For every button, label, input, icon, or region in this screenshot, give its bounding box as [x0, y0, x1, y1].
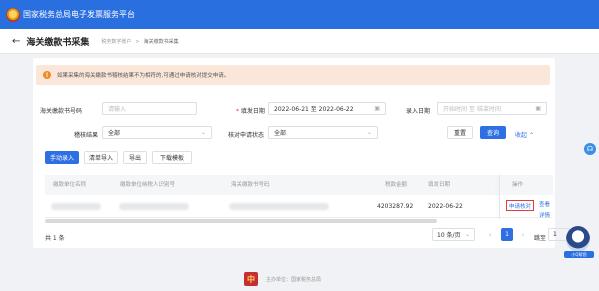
- column-header: 操作: [512, 182, 524, 188]
- goto-label: 跳至: [534, 235, 547, 242]
- notice-banner: ! 如果采集的海关缴款书稽核结果不为相符的,可通过申请核对提交申请。: [36, 65, 550, 85]
- horizontal-scrollbar[interactable]: [45, 219, 437, 223]
- footer-text: 主办单位：国家税务总局: [266, 277, 322, 283]
- audit-result-value: 全部: [108, 130, 121, 137]
- chevron-down-icon: ⌄: [464, 231, 470, 238]
- fill-date-value: 2022-06-21 至 2022-06-22: [274, 106, 354, 113]
- warning-icon: !: [43, 71, 51, 79]
- breadcrumb-item-current: 海关缴款书采集: [143, 38, 179, 45]
- calendar-icon: ▣: [374, 105, 380, 112]
- amount-cell: 4203287.92: [377, 203, 414, 210]
- verify-status-select[interactable]: 全部 ⌄: [268, 126, 378, 139]
- doc-no-placeholder: 请输入: [108, 106, 127, 113]
- fill-date-label-text: 填发日期: [240, 108, 265, 115]
- date-cell: 2022-06-22: [428, 203, 463, 210]
- assistant-badge[interactable]: 小Q帮您: [564, 251, 594, 258]
- view-detail-link[interactable]: 查看详情: [539, 200, 555, 219]
- fill-date-range-input[interactable]: 2022-06-21 至 2022-06-22 ▣: [268, 102, 386, 115]
- chevron-down-icon: ⌄: [366, 129, 372, 136]
- calendar-icon: ▣: [535, 105, 541, 112]
- main-card: ! 如果采集的海关缴款书稽核结果不为相符的,可通过申请核对提交申请。 海关缴款书…: [33, 58, 580, 248]
- page-header: ← 海关缴款书采集 税务数字账户 > 海关缴款书采集: [0, 29, 599, 54]
- collapse-toggle[interactable]: 收起 ⌃: [515, 130, 534, 139]
- reset-button[interactable]: 重置: [447, 126, 473, 139]
- entry-date-start-placeholder: 开始时间: [443, 106, 468, 113]
- collapse-label: 收起: [515, 132, 528, 139]
- export-button[interactable]: 导出: [123, 151, 147, 164]
- redacted-name: [51, 203, 101, 210]
- doc-no-input[interactable]: 请输入: [102, 102, 197, 115]
- table-row: 4203287.92 2022-06-22: [45, 195, 553, 218]
- audit-result-select[interactable]: 全部 ⌄: [102, 126, 212, 139]
- fill-date-label: * 填发日期: [236, 106, 265, 115]
- headset-icon[interactable]: ☊: [584, 143, 596, 155]
- assistant-avatar-icon[interactable]: [566, 226, 590, 252]
- tax-logo-icon: 中: [244, 272, 258, 286]
- breadcrumb-separator: >: [135, 38, 140, 45]
- column-header: 海关缴款书号码: [231, 182, 270, 188]
- page-title: 海关缴款书采集: [26, 37, 90, 48]
- footer: 中 主办单位：国家税务总局: [0, 264, 599, 291]
- entry-date-range-input[interactable]: 开始时间 至 结束时间 ▣: [437, 102, 547, 115]
- prev-page-icon[interactable]: ‹: [484, 228, 496, 241]
- page-size-select[interactable]: 10 条/页 ⌄: [432, 228, 475, 241]
- column-header: 填发日期: [428, 182, 451, 188]
- breadcrumb: 税务数字账户 > 海关缴款书采集: [101, 38, 178, 45]
- chevron-down-icon: ⌄: [200, 129, 206, 136]
- verify-status-value: 全部: [274, 130, 287, 137]
- column-header: 税款金额: [385, 182, 408, 188]
- doc-no-label: 海关缴款书号码: [40, 108, 83, 115]
- top-bar: 国家税务总局电子发票服务平台: [0, 0, 599, 29]
- audit-result-label: 稽核结果: [74, 132, 99, 139]
- total-count: 共 1 条: [45, 235, 65, 242]
- table-header: 缴款单位名称 缴款单位纳税人识别号 海关缴款书号码 税款金额 填发日期 操作: [45, 175, 553, 195]
- verify-status-label: 核对申请状态: [228, 132, 265, 139]
- app-title: 国家税务总局电子发票服务平台: [23, 10, 135, 19]
- column-header: 缴款单位纳税人识别号: [120, 182, 176, 188]
- page-size-value: 10 条/页: [437, 232, 461, 239]
- entry-date-to: 至: [469, 106, 476, 113]
- entry-date-end-placeholder: 结束时间: [477, 106, 502, 113]
- chevron-up-icon: ⌃: [528, 132, 534, 139]
- download-template-button[interactable]: 下载模板: [152, 151, 192, 164]
- notice-text: 如果采集的海关缴款书稽核结果不为相符的,可通过申请核对提交申请。: [57, 73, 230, 79]
- fixed-column-divider: [499, 175, 500, 219]
- redacted-doc-no: [229, 203, 329, 210]
- entry-date-label: 录入日期: [406, 108, 431, 115]
- apply-verify-link[interactable]: 申请核对: [506, 200, 535, 211]
- next-page-icon[interactable]: ›: [517, 228, 529, 241]
- redacted-tax-id: [119, 203, 189, 210]
- column-header: 缴款单位名称: [53, 182, 87, 188]
- breadcrumb-item-account[interactable]: 税务数字账户: [101, 39, 131, 45]
- list-import-button[interactable]: 清单导入: [84, 151, 118, 164]
- back-arrow-icon[interactable]: ←: [12, 36, 20, 47]
- search-button[interactable]: 查询: [480, 126, 506, 139]
- manual-entry-button[interactable]: 手动录入: [45, 151, 79, 164]
- tax-emblem-icon: [6, 7, 20, 22]
- page-number-current[interactable]: 1: [501, 228, 513, 241]
